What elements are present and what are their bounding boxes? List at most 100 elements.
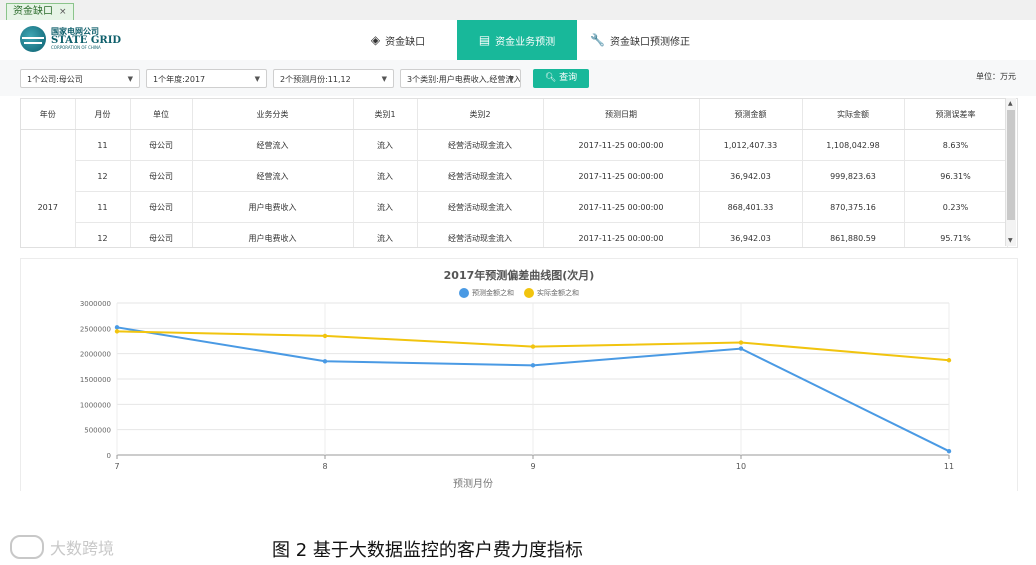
data-point-1 [114,329,120,334]
column-header-year[interactable]: 年份 [21,99,76,130]
table-row[interactable]: 12 母公司 经营流入 流入 经营活动现金流入 2017-11-25 00:00… [21,160,1008,192]
table-cell: 流入 [353,129,418,161]
company-select-value: 1个公司:母公司 [27,75,83,84]
table-cell: 1,108,042.98 [802,129,905,161]
y-tick-label: 1000000 [80,401,111,409]
data-point-0 [322,359,328,364]
table-cell: 12 [75,160,131,192]
legend-dot-icon [524,288,534,298]
caret-down-icon: ▼ [508,75,514,83]
table-cell: 流入 [353,160,418,192]
table-cell: 96.31% [904,160,1008,192]
data-point-1 [322,333,328,339]
layers-icon: ◈ [370,33,381,47]
legend-item-forecast[interactable]: 预测金额之和 [459,288,514,298]
table-cell: 母公司 [130,191,193,223]
data-point-0 [738,346,744,351]
table-cell: 2017-11-25 00:00:00 [543,129,700,161]
watermark-logo-icon [10,535,44,559]
column-header-forecast-date[interactable]: 预测日期 [543,99,700,130]
year-select[interactable]: 1个年度:2017 ▼ [146,69,267,88]
table-cell: 经营流入 [192,160,354,192]
nav-tab-fund-business-forecast[interactable]: ▤ 资金业务预测 [457,20,577,60]
table-cell: 2017-11-25 00:00:00 [543,191,700,223]
y-tick-label: 3000000 [80,300,111,308]
table-row[interactable]: 11 母公司 用户电费收入 流入 经营活动现金流入 2017-11-25 00:… [21,191,1008,223]
app-header: 国家电网公司 STATE GRID CORPORATION OF CHINA ◈… [0,20,1036,61]
table-cell: 流入 [353,222,418,247]
table-header-row: 年份 月份 单位 业务分类 类别1 类别2 预测日期 预测金额 实际金额 预测误… [21,99,1008,130]
table-cell: 11 [75,191,131,223]
column-header-month[interactable]: 月份 [75,99,131,130]
category-select[interactable]: 3个类别:用户电费收入,经营流入 ▼ [400,69,521,88]
nav-tab-fund-gap[interactable]: ◈ 资金缺口 [340,20,456,60]
table-cell: 36,942.03 [699,222,803,247]
table-row[interactable]: 12 母公司 用户电费收入 流入 经营活动现金流入 2017-11-25 00:… [21,222,1008,247]
caret-down-icon: ▼ [254,75,260,83]
table-cell: 2017-11-25 00:00:00 [543,160,700,192]
table-icon: ▤ [478,33,491,47]
column-header-forecast-amount[interactable]: 预测金额 [699,99,803,130]
document-tab-label: 资金缺口 [13,6,53,17]
document-tab-fund-gap[interactable]: 资金缺口 × [6,3,74,20]
table-cell: 999,823.63 [802,160,905,192]
table-cell: 母公司 [130,160,193,192]
x-tick-label: 8 [322,462,327,471]
data-point-0 [114,325,120,330]
unit-label: 单位：万元 [976,72,1016,81]
table-cell: 流入 [353,191,418,223]
table-cell: 经营活动现金流入 [417,222,544,247]
x-tick-label: 10 [736,462,746,471]
data-point-0 [530,363,536,368]
close-icon[interactable]: × [59,4,67,20]
watermark-text: 大数跨境 [50,539,115,558]
nav-tab-fund-gap-correction[interactable]: 🔧 资金缺口预测修正 [582,20,698,60]
caret-down-icon: ▼ [381,75,387,83]
filter-bar: 1个公司:母公司 ▼ 1个年度:2017 ▼ 2个预测月份:11,12 ▼ 3个… [0,60,1036,96]
table-cell: 36,942.03 [699,160,803,192]
column-header-category-2[interactable]: 类别2 [417,99,544,130]
data-point-1 [530,344,536,349]
category-select-value: 3个类别:用户电费收入,经营流入 [407,75,521,84]
table-cell: 母公司 [130,129,193,161]
legend-item-actual[interactable]: 实际金额之和 [524,288,579,298]
data-point-0 [946,449,952,454]
forecast-month-select-value: 2个预测月份:11,12 [280,75,351,84]
nav-tab-label: 资金缺口 [385,36,426,48]
scroll-down-arrow-icon[interactable]: ▼ [1008,237,1013,244]
table-cell: 用户电费收入 [192,222,354,247]
column-header-actual-amount[interactable]: 实际金额 [802,99,905,130]
table-row[interactable]: 2017 11 母公司 经营流入 流入 经营活动现金流入 2017-11-25 … [21,129,1008,247]
nav-tab-label: 资金缺口预测修正 [609,36,690,48]
x-tick-label: 9 [530,462,535,471]
column-header-business-category[interactable]: 业务分类 [192,99,354,130]
figure-caption: 图 2 基于大数据监控的客户费力度指标 [272,540,583,561]
forecast-month-select[interactable]: 2个预测月份:11,12 ▼ [273,69,394,88]
column-header-error-rate[interactable]: 预测误差率 [904,99,1008,130]
column-header-unit[interactable]: 单位 [130,99,193,130]
table-cell: 经营活动现金流入 [417,191,544,223]
chart-title: 2017年预测偏差曲线图(次月) [443,269,595,282]
x-tick-label: 11 [944,462,954,471]
data-point-1 [946,358,952,363]
table-cell: 用户电费收入 [192,191,354,223]
wrench-icon: 🔧 [590,33,605,47]
table-cell: 861,880.59 [802,222,905,247]
scrollbar-thumb[interactable] [1007,110,1015,220]
document-tab-bar: 资金缺口 × [0,0,1036,21]
y-tick-label: 2000000 [80,351,111,359]
table-cell: 母公司 [130,222,193,247]
y-tick-label: 1500000 [80,376,111,384]
legend-dot-icon [459,288,469,298]
table-cell: 870,375.16 [802,191,905,223]
globe-logo-icon [20,26,46,52]
table-cell: 经营活动现金流入 [417,160,544,192]
scroll-up-arrow-icon[interactable]: ▲ [1008,100,1013,107]
query-button[interactable]: 🔍︎ 查询 [533,69,589,88]
table-vertical-scrollbar[interactable]: ▲ ▼ [1005,98,1016,246]
company-select[interactable]: 1个公司:母公司 ▼ [20,69,140,88]
year-cell: 2017 [21,129,76,247]
column-header-category-1[interactable]: 类别1 [353,99,418,130]
table-cell: 11 [75,129,131,161]
legend-label: 预测金额之和 [472,289,514,297]
